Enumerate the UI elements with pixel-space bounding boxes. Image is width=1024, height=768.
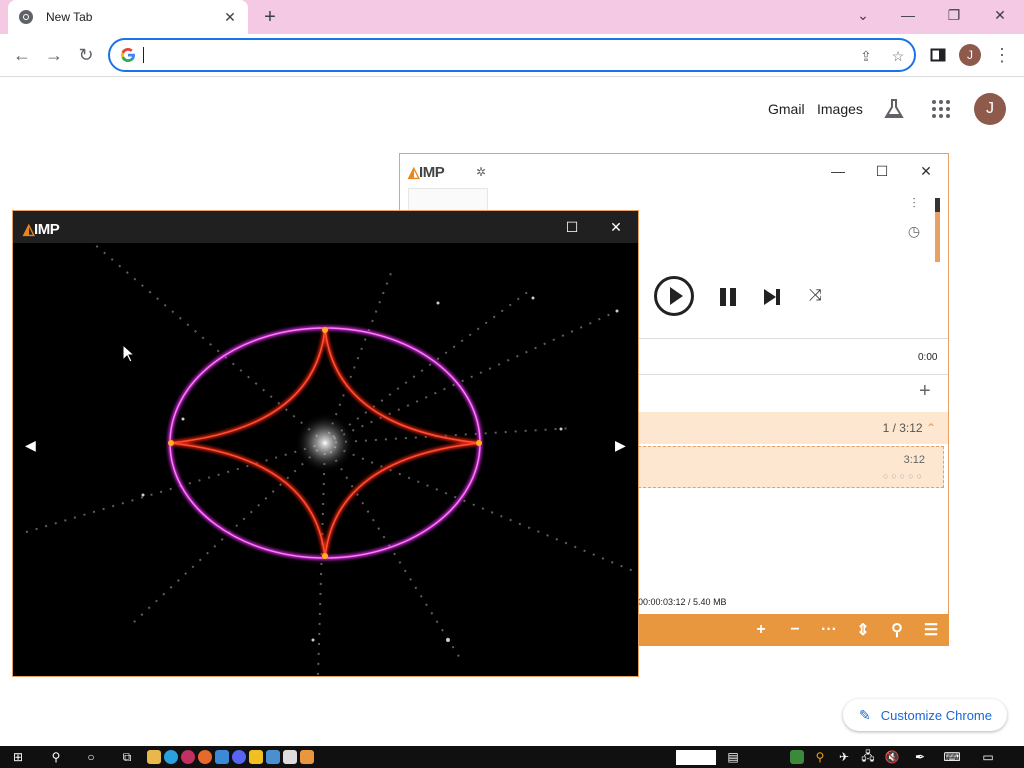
tray-icon[interactable]: [790, 750, 804, 764]
text-cursor: [143, 47, 144, 63]
aimp-minimize-button[interactable]: —: [828, 162, 848, 180]
customize-chrome-button[interactable]: ✎ Customize Chrome: [843, 699, 1007, 731]
customize-label: Customize Chrome: [880, 707, 992, 723]
pause-button[interactable]: [720, 288, 738, 306]
pen-icon[interactable]: ✒: [912, 749, 928, 765]
app-icon[interactable]: [249, 750, 263, 764]
mouse-pointer-icon: [122, 344, 136, 363]
side-panel-icon[interactable]: [925, 42, 951, 68]
tray-icon[interactable]: ✈: [836, 749, 852, 765]
close-window-button[interactable]: ✕: [978, 0, 1022, 30]
discord-icon[interactable]: [232, 750, 246, 764]
playlist-group-header[interactable]: 1 / 3:12 ⌃: [638, 412, 948, 444]
task-view-icon[interactable]: ⧉: [119, 749, 135, 765]
browser-toolbar: ← → ↻ ⇪ ☆ J ⋮: [0, 34, 1024, 77]
tab-new-tab[interactable]: New Tab ✕: [8, 0, 248, 34]
tab-title: New Tab: [46, 10, 93, 24]
remove-icon[interactable]: −: [785, 621, 805, 639]
share-icon[interactable]: ⇪: [856, 46, 876, 66]
omnibox-input[interactable]: [142, 45, 822, 65]
add-icon[interactable]: +: [751, 621, 771, 639]
app-icon[interactable]: [181, 750, 195, 764]
reload-button[interactable]: ↻: [73, 42, 99, 68]
tab-close-icon[interactable]: ✕: [222, 9, 238, 25]
next-button[interactable]: [764, 288, 784, 306]
clock-icon[interactable]: ◷: [904, 221, 924, 241]
forward-button[interactable]: →: [41, 42, 67, 68]
taskbar: ⊞ ⚲ ○ ⧉ ▤ ⚲ ✈ 🖧 🔇 ✒ ⌨ ▭: [0, 746, 1024, 768]
sort-icon[interactable]: ⇕: [853, 621, 873, 639]
labs-flask-icon[interactable]: [883, 98, 905, 120]
collapse-icon: ⌃: [925, 421, 936, 435]
cortana-icon[interactable]: ○: [83, 749, 99, 765]
file-explorer-icon[interactable]: [147, 750, 161, 764]
aimp-visualization-window: ◭IMP ☐ ✕ ◀ ▶: [12, 210, 639, 677]
playlist-toolbar: + − ··· ⇕ ⚲ ☰: [638, 614, 949, 646]
aimp-close-button[interactable]: ✕: [916, 162, 936, 180]
play-button[interactable]: [654, 276, 694, 316]
images-link[interactable]: Images: [817, 101, 863, 117]
search-icon[interactable]: ⚲: [48, 749, 64, 765]
apps-grid-icon[interactable]: [931, 99, 951, 119]
bookmark-star-icon[interactable]: ☆: [888, 46, 908, 66]
start-icon[interactable]: ⊞: [10, 749, 26, 765]
tray-search-icon[interactable]: ⚲: [812, 749, 828, 765]
menu-icon[interactable]: ☰: [921, 621, 941, 639]
aimp-taskbar-icon[interactable]: [300, 750, 314, 764]
aimp-maximize-button[interactable]: ☐: [872, 162, 892, 180]
group-info: 1 / 3:12 ⌃: [882, 421, 936, 435]
playback-time: 0:00: [918, 352, 938, 363]
gmail-link[interactable]: Gmail: [768, 101, 805, 117]
ntp-profile-avatar[interactable]: J: [974, 93, 1006, 125]
divider: [638, 338, 948, 339]
volume-muted-icon[interactable]: 🔇: [884, 749, 900, 765]
volume-bar[interactable]: [935, 198, 940, 262]
address-bar[interactable]: ⇪ ☆: [108, 38, 916, 72]
viz-next-arrow-icon[interactable]: ▶: [615, 437, 626, 454]
minimize-button[interactable]: —: [886, 0, 930, 30]
taskbar-input[interactable]: [676, 750, 716, 765]
keyboard-icon[interactable]: ⌨: [943, 749, 960, 765]
item-duration: 3:12: [903, 454, 925, 466]
back-button[interactable]: ←: [9, 42, 35, 68]
news-icon[interactable]: ▤: [725, 749, 741, 765]
visualization-canvas: [22, 243, 638, 676]
equalizer-icon[interactable]: ⫶: [904, 193, 924, 213]
aimp-viz-logo: ◭IMP: [23, 221, 60, 238]
settings-gear-icon[interactable]: ✲: [476, 165, 486, 179]
tab-strip: New Tab ✕ + ⌄ — ❐ ✕: [0, 0, 1024, 34]
firefox-icon[interactable]: [198, 750, 212, 764]
divider: [638, 374, 948, 375]
playlist-item[interactable]: 3:12 ○○○○○: [638, 446, 944, 488]
tab-search-icon[interactable]: ⌄: [841, 0, 885, 30]
app-icon[interactable]: [266, 750, 280, 764]
viz-title-bar[interactable]: ◭IMP ☐ ✕: [13, 211, 638, 243]
shuffle-icon[interactable]: ⤨: [809, 287, 822, 305]
more-icon[interactable]: ···: [819, 621, 839, 639]
aimp-logo: ◭IMP: [408, 164, 445, 181]
app-icon[interactable]: [215, 750, 229, 764]
new-tab-button[interactable]: +: [258, 6, 282, 28]
google-g-icon: [120, 47, 136, 63]
restore-button[interactable]: ❐: [932, 0, 976, 30]
item-rating[interactable]: ○○○○○: [883, 471, 925, 481]
app-icon[interactable]: [164, 750, 178, 764]
pencil-icon: ✎: [859, 706, 871, 723]
chrome-menu-icon[interactable]: ⋮: [989, 42, 1015, 68]
network-icon[interactable]: 🖧: [860, 749, 876, 765]
chrome-icon: [18, 9, 34, 25]
settings-icon[interactable]: [283, 750, 297, 764]
status-text: 00:00:03:12 / 5.40 MB: [638, 597, 727, 607]
viz-close-button[interactable]: ✕: [606, 217, 626, 237]
search-icon[interactable]: ⚲: [887, 621, 907, 639]
add-playlist-button[interactable]: +: [919, 380, 931, 403]
viz-prev-arrow-icon[interactable]: ◀: [25, 437, 36, 454]
notifications-icon[interactable]: ▭: [980, 749, 996, 765]
viz-maximize-button[interactable]: ☐: [562, 217, 582, 237]
profile-avatar[interactable]: J: [959, 44, 981, 66]
